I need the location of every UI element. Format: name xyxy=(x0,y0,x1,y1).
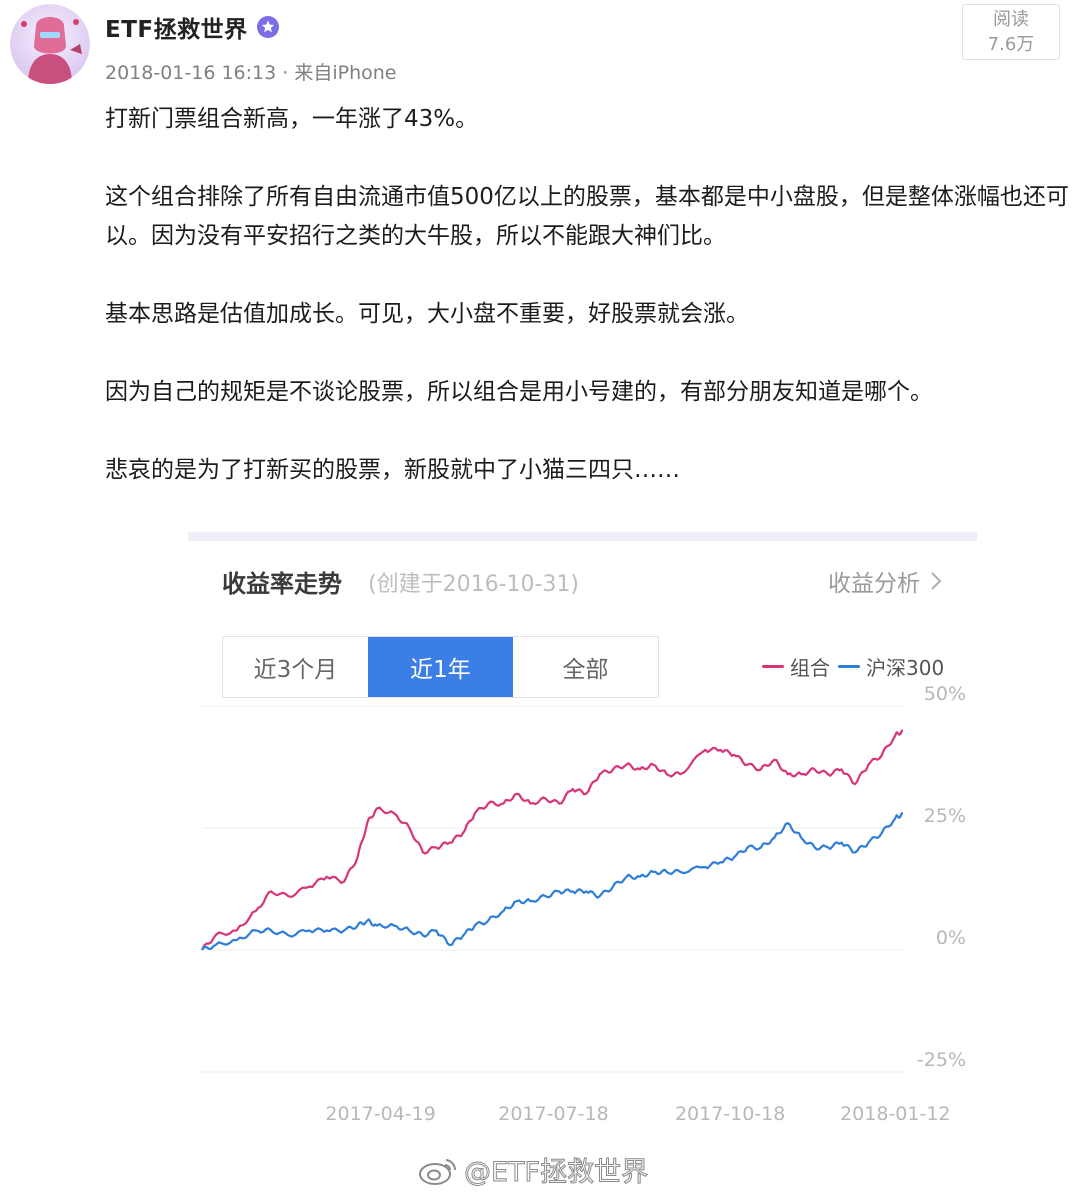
avatar[interactable] xyxy=(10,4,90,84)
watermark: @ETF拯救世界 xyxy=(418,1150,649,1189)
y-tick-label: 25% xyxy=(924,805,966,827)
verified-badge-icon xyxy=(256,16,279,38)
weibo-logo-icon xyxy=(419,1158,457,1185)
returns-chart-card: 收益率走势 (创建于2016-10-31) 收益分析 近3个月 近1年 全部 组… xyxy=(188,532,977,1158)
watermark-text: @ETF拯救世界 xyxy=(463,1157,649,1189)
y-tick-label: 50% xyxy=(924,683,966,705)
read-count: 7.6万 xyxy=(987,34,1035,55)
read-label: 阅读 xyxy=(993,9,1029,30)
post-paragraph: 这个组合排除了所有自由流通市值500亿以上的股票，基本都是中小盘股，但是整体涨幅… xyxy=(105,184,1069,249)
x-tick-label: 2017-04-19 xyxy=(325,1103,435,1125)
x-tick-label: 2017-10-18 xyxy=(675,1103,785,1125)
username-row: ETF拯救世界 xyxy=(105,10,280,44)
username[interactable]: ETF拯救世界 xyxy=(105,10,248,44)
returns-line-chart: 50% 25% 0% -25% 2017-04-19 2017-07-18 2017-10-… xyxy=(201,683,966,1125)
post-body: 打新门票组合新高，一年涨了43%。 这个组合排除了所有自由流通市值500亿以上的… xyxy=(105,100,1070,490)
post-paragraph: 打新门票组合新高，一年涨了43%。 xyxy=(105,106,479,132)
post-meta: 2018-01-16 16:13 · 来自iPhone xyxy=(105,62,397,84)
post-paragraph: 悲哀的是为了打新买的股票，新股就中了小猫三四只…… xyxy=(105,457,680,483)
x-tick-label: 2017-07-18 xyxy=(498,1103,608,1125)
series-line-index xyxy=(201,812,903,951)
x-tick-label: 2018-01-12 xyxy=(840,1103,950,1125)
post-paragraph: 因为自己的规矩是不谈论股票，所以组合是用小号建的，有部分朋友知道是哪个。 xyxy=(105,379,933,405)
series-line-portfolio xyxy=(201,729,904,951)
avatar-image xyxy=(10,4,90,84)
y-tick-label: 0% xyxy=(936,927,966,949)
read-count-box: 阅读 7.6万 xyxy=(962,4,1060,60)
y-tick-label: -25% xyxy=(917,1049,966,1071)
post-paragraph: 基本思路是估值加成长。可见，大小盘不重要，好股票就会涨。 xyxy=(105,301,749,327)
